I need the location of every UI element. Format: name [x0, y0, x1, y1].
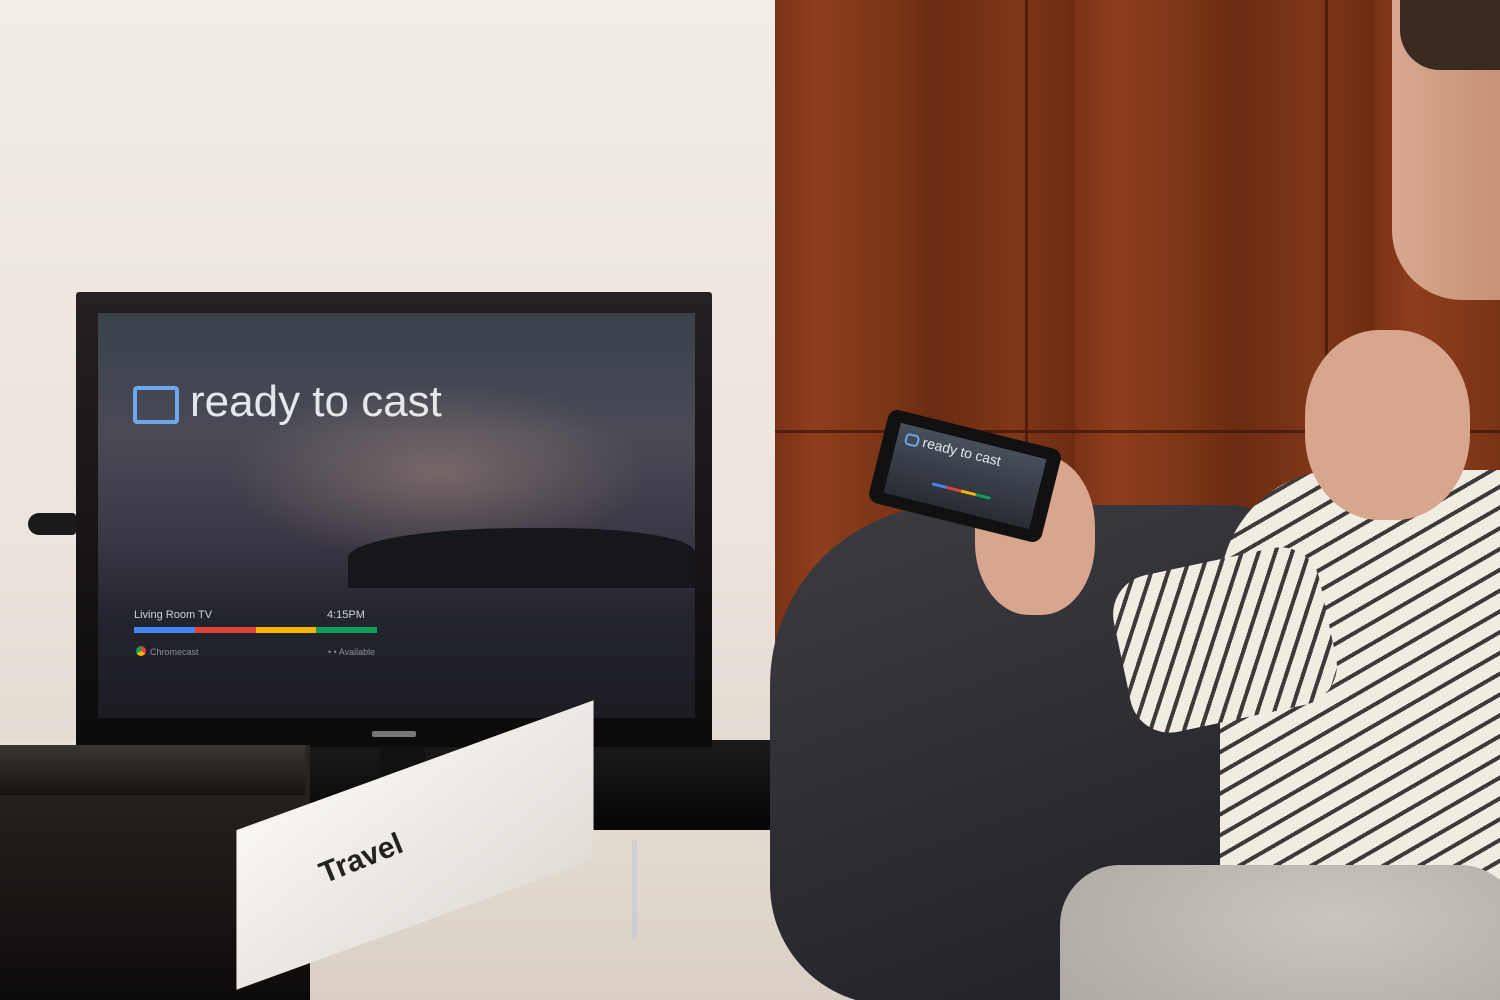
bar-red: [194, 627, 256, 633]
tv-sub-right: • • Available: [328, 647, 376, 657]
tv-sub-left: Chromecast: [150, 647, 199, 657]
tv-screen: ready to cast Living Room TV 4:15PM Chro…: [98, 313, 695, 718]
chromecast-dongle: [28, 513, 76, 535]
coastline-silhouette: [348, 528, 695, 588]
living-room-photo: ready to cast Living Room TV 4:15PM Chro…: [0, 0, 1500, 1000]
bar-green: [316, 627, 377, 633]
tv-device-name: Living Room TV: [134, 609, 213, 621]
bar-yellow: [255, 627, 317, 633]
bar-red: [946, 485, 962, 493]
sofa-arm: [1060, 865, 1500, 1000]
tv-brand-badge: [372, 731, 416, 737]
phone-color-bar: [931, 482, 991, 500]
bar-blue: [134, 627, 195, 633]
phone-cast-icon: [903, 432, 921, 448]
cast-icon: [133, 386, 179, 424]
stand-leg: [632, 840, 637, 940]
tv-time: 4:15PM: [327, 609, 365, 621]
person-hair: [1400, 0, 1500, 70]
chrome-icon: [136, 646, 146, 656]
person-fist: [1305, 330, 1470, 520]
bar-yellow: [960, 489, 977, 497]
tv-headline: ready to cast: [190, 377, 442, 426]
tv-color-bar: [134, 627, 377, 633]
phone-headline: ready to cast: [921, 434, 1003, 469]
bar-blue: [931, 482, 948, 489]
console-top: [0, 745, 305, 795]
bar-green: [975, 493, 991, 500]
